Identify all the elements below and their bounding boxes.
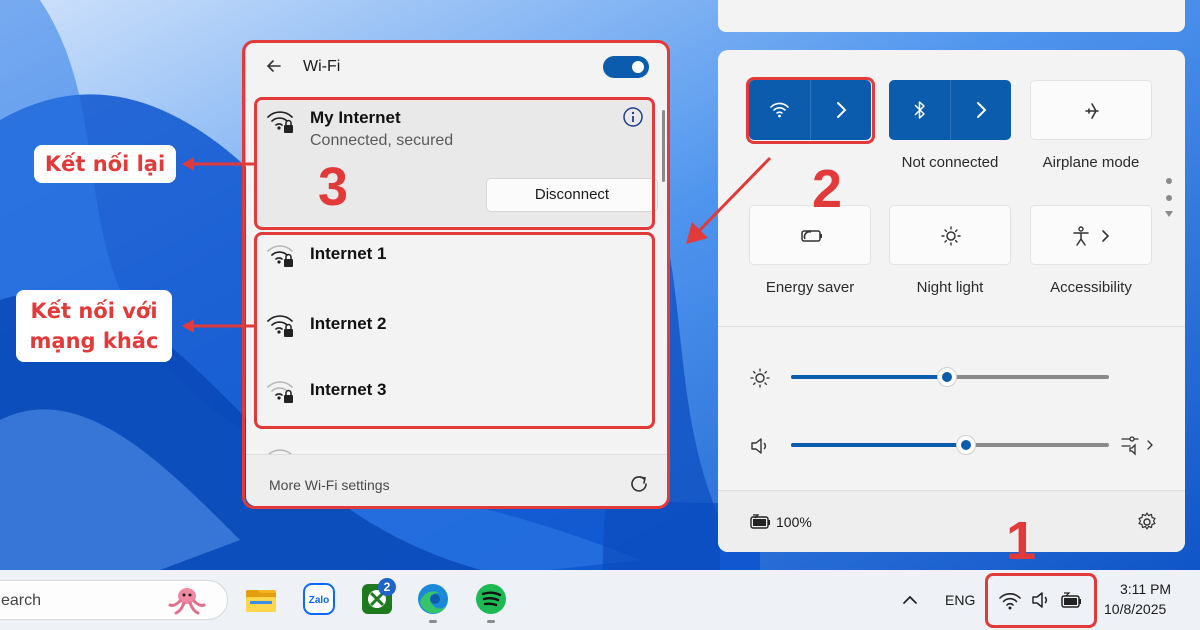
zalo-icon[interactable]: Zalo bbox=[302, 582, 336, 616]
wifi-icon bbox=[267, 449, 293, 454]
wifi-flyout-header: Wi-Fi bbox=[246, 42, 668, 92]
night-light-icon bbox=[941, 226, 961, 246]
bluetooth-toggle-half[interactable] bbox=[889, 80, 950, 140]
bluetooth-tile[interactable] bbox=[889, 80, 1011, 140]
edge-icon[interactable] bbox=[416, 582, 450, 616]
octopus-icon bbox=[168, 588, 206, 615]
wifi-icon bbox=[770, 102, 789, 118]
file-explorer-icon[interactable] bbox=[244, 582, 278, 616]
volume-slider[interactable] bbox=[791, 435, 1109, 455]
tray-battery-icon[interactable] bbox=[1060, 589, 1084, 611]
network-name: Internet 2 bbox=[310, 314, 387, 333]
accessibility-label: Accessibility bbox=[1050, 279, 1132, 296]
chevron-right-icon bbox=[977, 102, 987, 118]
network-item-internet-3[interactable]: Internet 3 bbox=[256, 368, 652, 428]
airplane-mode-label: Airplane mode bbox=[1042, 154, 1140, 171]
wifi-list-scrollbar[interactable] bbox=[662, 110, 665, 182]
night-light-tile[interactable] bbox=[889, 205, 1011, 265]
step-2-label: 2 bbox=[812, 159, 843, 219]
wifi-expand-button[interactable] bbox=[811, 80, 872, 140]
volume-icon[interactable] bbox=[748, 434, 772, 458]
wifi-secured-icon bbox=[267, 315, 293, 337]
airplane-mode-tile[interactable] bbox=[1030, 80, 1152, 140]
step-1-label: 1 bbox=[1006, 511, 1037, 571]
night-light-label: Night light bbox=[916, 279, 984, 296]
bluetooth-tile-label: Not connected bbox=[901, 154, 999, 171]
connected-network-item[interactable]: My Internet Connected, secured Disconnec… bbox=[256, 98, 658, 226]
bluetooth-icon bbox=[914, 101, 925, 119]
search-placeholder: earch bbox=[1, 592, 42, 609]
arrow-to-callout-reconnect bbox=[182, 157, 254, 171]
bluetooth-expand-button[interactable] bbox=[951, 80, 1012, 140]
connected-network-status: Connected, secured bbox=[310, 132, 454, 149]
airplane-icon bbox=[1085, 103, 1099, 119]
tray-wifi-icon[interactable] bbox=[998, 589, 1022, 611]
quick-settings-footer: 100% bbox=[718, 490, 1185, 552]
network-name: Internet 1 bbox=[310, 244, 387, 263]
wifi-secured-icon bbox=[267, 245, 293, 267]
taskbar-clock-time[interactable]: 3:11 PM bbox=[1120, 581, 1171, 597]
audio-output-selector-icon[interactable] bbox=[1120, 432, 1160, 458]
quick-settings-panel: Not connected Airplane mode Energy saver… bbox=[718, 50, 1185, 552]
input-language[interactable]: ENG bbox=[945, 592, 975, 608]
battery-percent: 100% bbox=[776, 514, 812, 530]
taskbar-search-box[interactable]: earch bbox=[0, 580, 228, 620]
wifi-flyout: Wi-Fi My Internet Connected, secured Dis… bbox=[246, 42, 668, 506]
brightness-icon bbox=[750, 368, 770, 388]
arrow-to-callout-other bbox=[182, 319, 254, 333]
page-indicator[interactable] bbox=[1162, 176, 1176, 224]
wifi-flyout-title: Wi-Fi bbox=[303, 58, 341, 75]
wifi-toggle-half[interactable] bbox=[749, 80, 810, 140]
volume-slider-thumb[interactable] bbox=[955, 435, 976, 455]
svg-text:Zalo: Zalo bbox=[309, 595, 330, 606]
wifi-tile[interactable] bbox=[749, 80, 871, 140]
network-name: Internet 3 bbox=[310, 380, 387, 399]
brightness-slider-thumb[interactable] bbox=[936, 367, 957, 387]
notification-center-panel bbox=[718, 0, 1185, 32]
network-item-partial[interactable] bbox=[256, 438, 652, 454]
battery-icon bbox=[750, 514, 770, 529]
wifi-toggle[interactable] bbox=[603, 56, 649, 78]
taskbar-clock-date[interactable]: 10/8/2025 bbox=[1104, 601, 1166, 617]
wifi-secured-icon bbox=[267, 381, 293, 403]
disconnect-button[interactable]: Disconnect bbox=[486, 178, 658, 212]
connected-network-name: My Internet bbox=[310, 108, 401, 127]
back-arrow-icon[interactable] bbox=[264, 56, 284, 76]
tray-volume-icon[interactable] bbox=[1030, 589, 1052, 611]
refresh-icon[interactable] bbox=[628, 473, 650, 495]
brightness-slider[interactable] bbox=[791, 367, 1109, 387]
step-3-label: 3 bbox=[318, 157, 349, 217]
accessibility-tile[interactable] bbox=[1030, 205, 1152, 265]
energy-saver-label: Energy saver bbox=[765, 279, 855, 296]
xbox-notification-badge: 2 bbox=[378, 578, 396, 596]
more-wifi-settings-link[interactable]: More Wi-Fi settings bbox=[269, 477, 390, 493]
accessibility-icon bbox=[1073, 226, 1110, 246]
wifi-flyout-footer: More Wi-Fi settings bbox=[246, 454, 668, 506]
network-item-internet-2[interactable]: Internet 2 bbox=[256, 302, 652, 362]
arrow-to-wifi-flyout bbox=[686, 156, 772, 244]
callout-connect-other: Kết nối với mạng khác bbox=[16, 290, 172, 362]
wifi-secured-icon bbox=[267, 111, 293, 133]
network-item-internet-1[interactable]: Internet 1 bbox=[256, 232, 652, 292]
taskbar: earch Zalo ENG 3:11 PM 10/8/2025 bbox=[0, 570, 1200, 630]
chevron-up-icon[interactable] bbox=[900, 590, 920, 610]
info-icon[interactable] bbox=[622, 106, 644, 128]
spotify-icon[interactable] bbox=[474, 582, 508, 616]
chevron-right-icon bbox=[837, 102, 847, 118]
callout-reconnect: Kết nối lại bbox=[34, 145, 176, 183]
settings-gear-icon[interactable] bbox=[1136, 511, 1158, 533]
